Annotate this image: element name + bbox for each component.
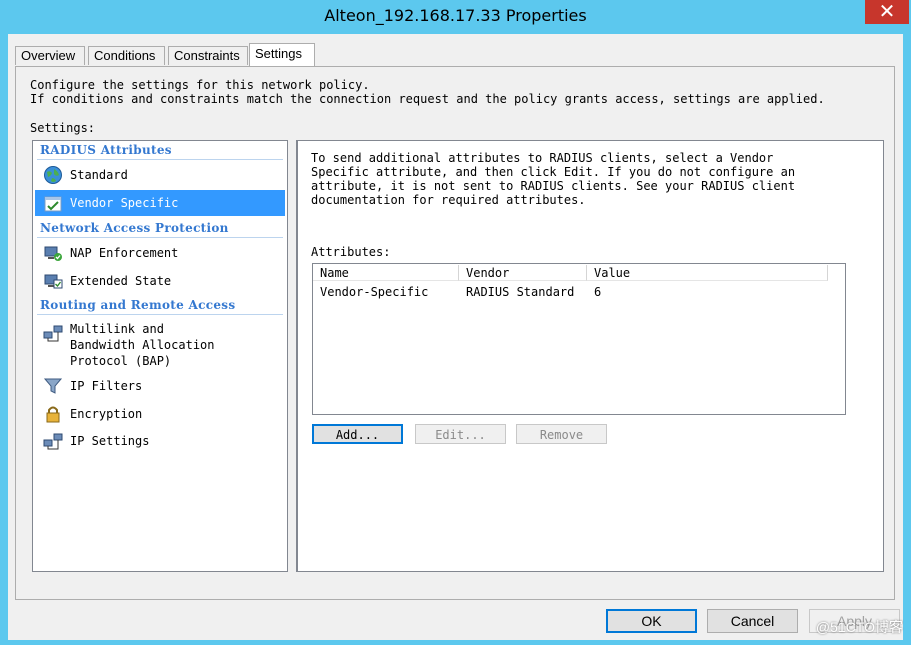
settings-item-ip-settings[interactable]: IP Settings bbox=[35, 429, 285, 453]
checkbox-window-icon bbox=[44, 196, 62, 212]
group-heading-nap: Network Access Protection bbox=[40, 221, 229, 235]
group-heading-radius: RADIUS Attributes bbox=[40, 143, 172, 157]
settings-item-label: Extended State bbox=[70, 274, 172, 288]
settings-item-ip-filters[interactable]: IP Filters bbox=[35, 374, 285, 398]
cancel-button[interactable]: Cancel bbox=[707, 609, 798, 633]
close-icon: ✕ bbox=[878, 0, 896, 23]
group-divider bbox=[37, 314, 283, 315]
network-computers-icon bbox=[43, 325, 63, 342]
window-title: Alteon_192.168.17.33 Properties bbox=[324, 6, 587, 25]
cell-vendor[interactable]: RADIUS Standard bbox=[459, 284, 574, 300]
settings-item-label: Vendor Specific bbox=[70, 196, 179, 210]
add-button[interactable]: Add... bbox=[312, 424, 403, 444]
close-button[interactable]: ✕ bbox=[865, 0, 909, 24]
settings-item-label: Encryption bbox=[70, 407, 143, 421]
cell-name[interactable]: Vendor-Specific bbox=[313, 284, 428, 300]
globe-icon bbox=[44, 166, 62, 184]
attributes-table[interactable]: Name Vendor Value Vendor-Specific RADIUS… bbox=[312, 263, 846, 415]
settings-panel: Configure the settings for this network … bbox=[15, 66, 895, 600]
settings-item-label: NAP Enforcement bbox=[70, 246, 179, 260]
nap-enforcement-icon bbox=[44, 246, 62, 261]
settings-category-list[interactable]: RADIUS Attributes Standard Vendor Specif… bbox=[32, 140, 288, 572]
group-heading-routing: Routing and Remote Access bbox=[40, 298, 236, 312]
remove-button[interactable]: Remove bbox=[516, 424, 607, 444]
tab-settings[interactable]: Settings bbox=[249, 43, 315, 66]
edit-button[interactable]: Edit... bbox=[415, 424, 506, 444]
lock-icon bbox=[46, 406, 60, 423]
settings-item-encryption[interactable]: Encryption bbox=[35, 402, 285, 426]
network-computers-icon bbox=[43, 433, 63, 450]
settings-item-standard[interactable]: Standard bbox=[35, 163, 285, 187]
group-divider bbox=[37, 237, 283, 238]
settings-item-label: IP Settings bbox=[70, 434, 150, 448]
tab-conditions[interactable]: Conditions bbox=[88, 46, 165, 65]
settings-item-label: IP Filters bbox=[70, 379, 143, 393]
settings-item-multilink-bap[interactable]: Multilink and Bandwidth Allocation Proto… bbox=[35, 319, 285, 371]
settings-label: Settings: bbox=[30, 121, 96, 135]
column-header-vendor[interactable]: Vendor bbox=[459, 265, 587, 281]
watermark: @51CTO博客 bbox=[815, 619, 903, 635]
properties-dialog: Overview Conditions Constraints Settings… bbox=[8, 34, 903, 640]
column-header-name[interactable]: Name bbox=[313, 265, 459, 281]
vendor-specific-instructions: To send additional attributes to RADIUS … bbox=[311, 151, 796, 207]
group-divider bbox=[37, 159, 283, 160]
tab-constraints[interactable]: Constraints bbox=[168, 46, 248, 65]
column-header-value[interactable]: Value bbox=[587, 265, 828, 281]
filter-icon bbox=[43, 378, 63, 394]
settings-item-vendor-specific[interactable]: Vendor Specific bbox=[35, 190, 285, 216]
settings-item-nap-enforcement[interactable]: NAP Enforcement bbox=[35, 241, 285, 265]
cell-value[interactable]: 6 bbox=[587, 284, 601, 300]
ok-button[interactable]: OK bbox=[606, 609, 697, 633]
settings-item-extended-state[interactable]: Extended State bbox=[35, 269, 285, 293]
settings-item-label: Multilink and Bandwidth Allocation Proto… bbox=[70, 322, 215, 368]
vendor-specific-pane: To send additional attributes to RADIUS … bbox=[296, 140, 884, 572]
tab-overview[interactable]: Overview bbox=[15, 46, 85, 65]
policy-description: Configure the settings for this network … bbox=[30, 78, 825, 106]
settings-item-label: Standard bbox=[70, 168, 128, 182]
attributes-label: Attributes: bbox=[311, 245, 391, 259]
extended-state-icon bbox=[44, 274, 63, 289]
title-bar: Alteon_192.168.17.33 Properties ✕ bbox=[0, 0, 911, 34]
